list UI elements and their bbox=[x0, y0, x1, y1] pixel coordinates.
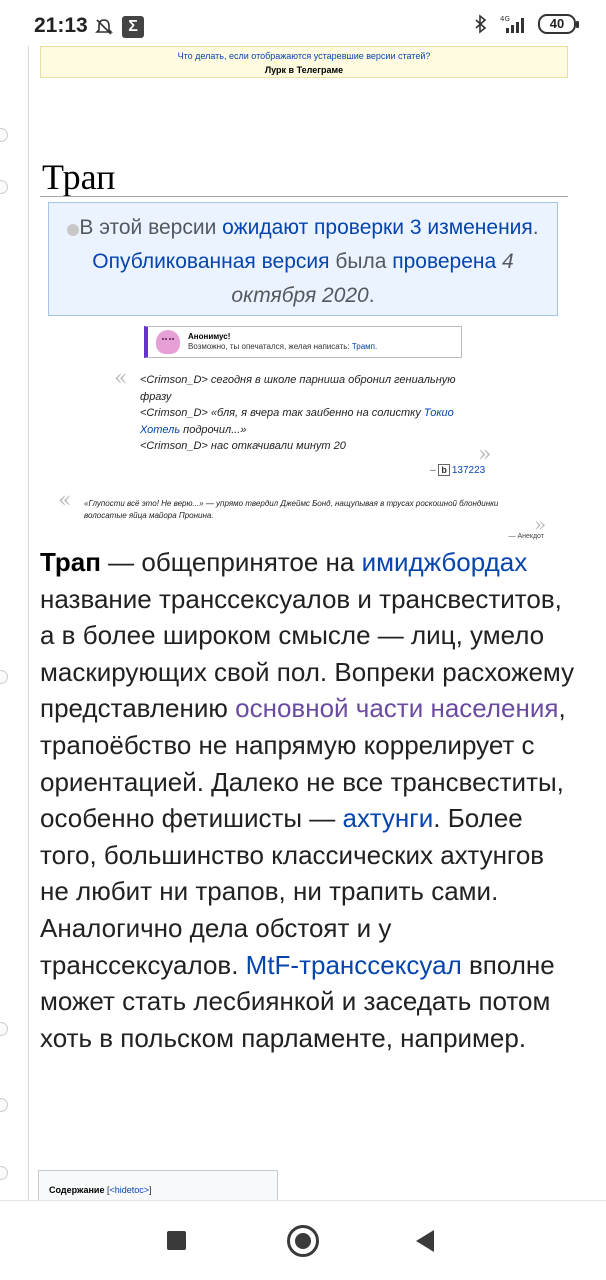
quote-line: <Crimson_D> нас откачивали минут 20 bbox=[140, 440, 346, 452]
edge-marker bbox=[0, 180, 8, 194]
network-label: 4G bbox=[500, 15, 510, 23]
battery-icon: 40 bbox=[538, 14, 579, 34]
mute-bell-icon bbox=[95, 19, 113, 35]
notice-link-telegram[interactable]: Лурк в Телеграме bbox=[41, 63, 567, 77]
signal-icon: 4G bbox=[500, 15, 524, 33]
intro-term: Трап bbox=[40, 547, 101, 577]
anon-typo-box: Анонимус! Возможно, ты опечатался, желая… bbox=[144, 326, 462, 358]
redirect-link-trump[interactable]: Трамп. bbox=[352, 342, 377, 351]
page-title: Трап bbox=[42, 157, 116, 197]
edge-marker bbox=[0, 1098, 8, 1112]
quote-text: <Crimson_D> «бля, я вчера так заибенно н… bbox=[140, 407, 424, 419]
anon-message: Возможно, ты опечатался, желая написать: bbox=[188, 342, 352, 351]
edge-marker bbox=[0, 128, 8, 142]
review-status-box: В этой версии ожидают проверки 3 изменен… bbox=[48, 202, 558, 316]
site-notice: Что делать, если отображаются устаревшие… bbox=[40, 46, 568, 78]
notice-link-outdated[interactable]: Что делать, если отображаются устаревшие… bbox=[41, 49, 567, 63]
review-text: была bbox=[329, 250, 393, 273]
quote-open-icon: « bbox=[58, 488, 72, 513]
toc-toggle-link[interactable]: <hidetoc> bbox=[109, 1185, 149, 1195]
quote-text: подрочил...» bbox=[180, 423, 247, 436]
recents-square-icon bbox=[167, 1231, 186, 1250]
pending-changes-link[interactable]: ожидают проверки bbox=[222, 216, 404, 239]
back-triangle-icon bbox=[416, 1230, 434, 1252]
bash-badge-icon: b bbox=[438, 464, 450, 476]
intro-paragraph: Трап — общепринятое на имиджбордах назва… bbox=[40, 544, 580, 1056]
review-text: . bbox=[532, 216, 539, 239]
imageboards-link[interactable]: имиджбордах bbox=[362, 547, 528, 577]
recents-button[interactable] bbox=[157, 1221, 197, 1261]
bash-source[interactable]: – b 137223 bbox=[430, 464, 485, 476]
status-left-icons: Σ bbox=[94, 16, 144, 38]
intro-text: — общепринятое на bbox=[100, 547, 362, 577]
bash-number[interactable]: 137223 bbox=[452, 465, 485, 476]
octopus-icon bbox=[156, 330, 180, 354]
toc-toggle-wrap: [<hidetoc>] bbox=[106, 1185, 152, 1195]
edge-marker bbox=[0, 1022, 8, 1036]
review-status-icon bbox=[67, 224, 80, 236]
published-version-link[interactable]: Опубликованная версия bbox=[92, 250, 329, 273]
edge-marker bbox=[0, 670, 8, 684]
page-left-border bbox=[28, 46, 29, 1200]
anon-text: Возможно, ты опечатался, желая написать:… bbox=[188, 342, 461, 352]
anecdote-quote: «Глупости всё это! Не верю...» — упрямо … bbox=[84, 499, 499, 520]
home-circle-icon bbox=[287, 1225, 319, 1257]
population-link[interactable]: основной части населения bbox=[235, 693, 558, 723]
changes-count-link[interactable]: 3 изменения bbox=[404, 216, 533, 239]
review-text: . bbox=[368, 284, 375, 307]
sigma-app-icon: Σ bbox=[122, 16, 144, 38]
toc-title: Содержание bbox=[49, 1185, 105, 1195]
edge-marker bbox=[0, 1166, 8, 1180]
anon-title: Анонимус! bbox=[188, 332, 231, 341]
status-bar: 21:13 Σ 4G 40 bbox=[0, 0, 606, 46]
status-time: 21:13 bbox=[34, 14, 88, 37]
status-right-icons: 4G 40 bbox=[474, 14, 579, 34]
mtf-link[interactable]: MtF-транссексуал bbox=[246, 950, 462, 980]
reviewed-link[interactable]: проверена bbox=[392, 250, 496, 273]
quote-open-icon: « bbox=[114, 366, 128, 391]
ahtungi-link[interactable]: ахтунги bbox=[343, 803, 434, 833]
back-button[interactable] bbox=[408, 1221, 448, 1261]
quote-line: <Crimson_D> сегодня в школе парниша обро… bbox=[140, 374, 456, 403]
title-divider bbox=[40, 196, 568, 197]
review-text: В этой версии bbox=[79, 216, 223, 239]
android-nav-bar bbox=[0, 1200, 606, 1280]
bluetooth-icon bbox=[475, 14, 487, 34]
home-button[interactable] bbox=[283, 1221, 323, 1261]
quote-line: <Crimson_D> «бля, я вчера так заибенно н… bbox=[140, 405, 460, 438]
anecdote-source: — Анекдот bbox=[508, 533, 544, 540]
bash-quote: <Crimson_D> сегодня в школе парниша обро… bbox=[140, 372, 460, 455]
